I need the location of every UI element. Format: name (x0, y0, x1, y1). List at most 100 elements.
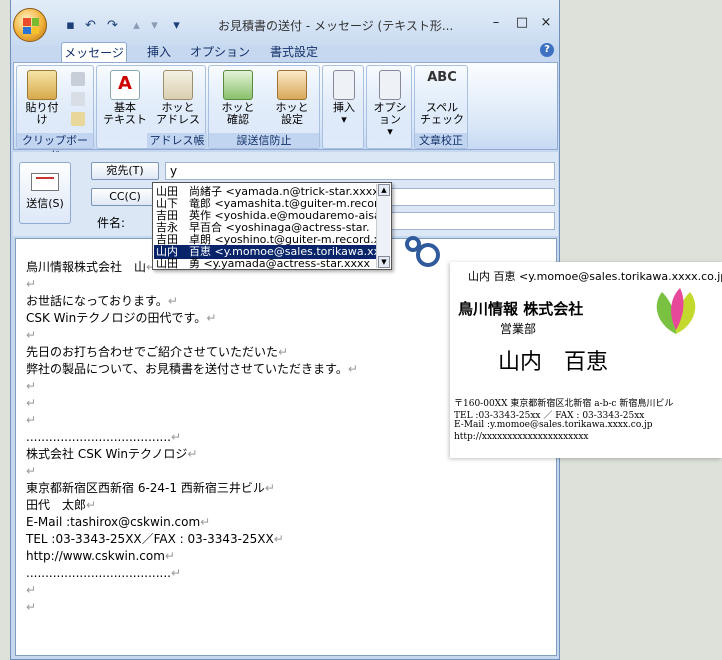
to-button[interactable]: 宛先(T) (91, 162, 159, 180)
company-logo-icon (656, 288, 696, 334)
body-line: ↵ (26, 276, 36, 292)
body-line: ↵ (26, 599, 36, 615)
cc-button[interactable]: CC(C) (91, 188, 159, 206)
group-label-misdelivery: 誤送信防止 (209, 133, 319, 148)
body-line: 株式会社 CSK Winテクノロジ↵ (26, 446, 197, 462)
undo-icon[interactable]: ↶ (83, 18, 98, 33)
office-button[interactable] (13, 8, 47, 42)
spell-check-button[interactable]: ABC スペル チェック (419, 70, 465, 126)
autocomplete-scrollbar[interactable]: ▲ ▼ (376, 184, 390, 268)
address-book-icon (163, 70, 193, 100)
clipboard-icon (27, 70, 57, 100)
attach-icon (333, 70, 355, 100)
paste-button[interactable]: 貼り付け (21, 70, 63, 126)
settings-icon (277, 70, 307, 100)
hot-settings-button[interactable]: ホッと 設定 (269, 70, 315, 126)
paragraph-mark-icon: ↵ (26, 396, 37, 410)
basic-text-label-2: テキスト (103, 113, 147, 126)
autocomplete-dropdown[interactable]: 山田 尚緒子 <yamada.n@trick-star.xxxx 山下 竜郎 <y… (152, 182, 392, 270)
close-button[interactable]: × (537, 15, 555, 31)
body-line-text: お世話になっております。 (26, 294, 168, 308)
maximize-button[interactable]: □ (513, 15, 531, 31)
body-line-text: 先日のお打ち合わせでご紹介させていただいた (26, 345, 279, 359)
paragraph-mark-icon: ↵ (26, 464, 37, 478)
copy-icon[interactable] (71, 92, 85, 106)
hot-address-label-2: アドレス (156, 113, 200, 126)
options-label: オプション (373, 101, 407, 126)
next-item-icon[interactable]: ▾ (147, 18, 162, 33)
redo-icon[interactable]: ↷ (105, 18, 120, 33)
scroll-up-icon[interactable]: ▲ (378, 184, 390, 196)
paragraph-mark-icon: ↵ (167, 294, 178, 308)
body-line-text: ...................................... (26, 566, 171, 580)
body-line: ↵ (26, 412, 36, 428)
body-line: ↵ (26, 378, 36, 394)
group-proofing: ABC スペル チェック 文章校正 (414, 65, 468, 149)
body-line-text: 株式会社 CSK Winテクノロジ (26, 447, 188, 461)
help-icon[interactable]: ? (540, 43, 554, 57)
previous-item-icon[interactable]: ▴ (129, 18, 144, 33)
send-button[interactable]: 送信(S) (19, 162, 71, 224)
body-line-text: TEL :03-3343-25XX／FAX : 03-3343-25XX (26, 532, 274, 546)
card-url: http://xxxxxxxxxxxxxxxxxxxxx (454, 432, 589, 442)
confirm-icon (223, 70, 253, 100)
paste-label: 貼り付け (25, 101, 59, 126)
format-painter-icon[interactable] (71, 112, 85, 126)
tab-message[interactable]: メッセージ (61, 42, 127, 62)
paragraph-mark-icon: ↵ (26, 600, 37, 614)
body-line: ......................................↵ (26, 429, 181, 445)
card-company: 鳥川情報 株式会社 (458, 300, 584, 318)
paragraph-mark-icon: ↵ (273, 532, 284, 546)
scroll-down-icon[interactable]: ▼ (378, 256, 390, 268)
hot-confirm-button[interactable]: ホッと 確認 (215, 70, 261, 126)
insert-button[interactable]: 挿入 ▾ (327, 70, 361, 126)
minimize-button[interactable]: – (487, 15, 505, 31)
font-color-icon: A (110, 70, 140, 100)
basic-text-button[interactable]: A 基本 テキスト (103, 70, 147, 126)
card-name: 山内 百恵 (498, 350, 609, 375)
cut-icon[interactable] (71, 72, 85, 86)
card-department: 営業部 (500, 322, 537, 336)
body-line-text: ...................................... (26, 430, 171, 444)
save-icon[interactable]: ▪ (63, 18, 78, 33)
body-line-text: CSK Winテクノロジの田代です。 (26, 311, 207, 325)
group-misdelivery: ホッと 確認 ホッと 設定 誤送信防止 (208, 65, 320, 149)
body-line: CSK Winテクノロジの田代です。↵ (26, 310, 216, 326)
autocomplete-item[interactable]: 山田 勇 <y.yamada@actress-star.xxxx (154, 257, 376, 271)
paragraph-mark-icon: ↵ (278, 345, 289, 359)
tab-options[interactable]: オプション (189, 42, 251, 62)
paragraph-mark-icon: ↵ (200, 515, 211, 529)
paragraph-mark-icon: ↵ (206, 311, 217, 325)
body-line: 弊社の製品について、お見積書を送付させていただきます。↵ (26, 361, 358, 377)
paragraph-mark-icon: ↵ (26, 328, 37, 342)
paragraph-mark-icon: ↵ (26, 583, 37, 597)
group-options: オプション ▾ (366, 65, 412, 149)
insert-dropdown-icon: ▾ (341, 113, 347, 126)
to-input[interactable]: y (165, 162, 555, 180)
paragraph-mark-icon: ↵ (26, 277, 37, 291)
customize-toolbar-icon[interactable]: ▾ (169, 18, 184, 33)
paragraph-mark-icon: ↵ (26, 413, 37, 427)
tab-format[interactable]: 書式設定 (263, 42, 325, 62)
send-envelope-icon (31, 173, 59, 191)
tab-insert[interactable]: 挿入 (137, 42, 181, 62)
body-line-text: E-Mail :tashirox@cskwin.com (26, 515, 201, 529)
body-line: ↵ (26, 395, 36, 411)
body-line: ↵ (26, 582, 36, 598)
group-text-address: A 基本 テキスト ホッと アドレス アドレス帳 (96, 65, 207, 149)
group-label-clipboard: クリップボード (17, 133, 93, 162)
title-bar: ▪ ↶ ↷ ▴ ▾ ▾ お見積書の送付 - メッセージ (テキスト形... – … (11, 0, 559, 46)
body-line: E-Mail :tashirox@cskwin.com↵ (26, 514, 210, 530)
body-line: 田代 太郎↵ (26, 497, 96, 513)
body-line-text: 田代 太郎 (26, 498, 87, 512)
ribbon: 貼り付け クリップボード A 基本 テキスト ホッと アドレス アドレス帳 ホ (13, 62, 558, 162)
options-button[interactable]: オプション ▾ (369, 70, 411, 138)
group-clipboard: 貼り付け クリップボード (16, 65, 94, 162)
hot-address-button[interactable]: ホッと アドレス (155, 70, 201, 126)
subject-label: 件名: (97, 216, 126, 230)
body-line: http://www.cskwin.com↵ (26, 548, 175, 564)
paragraph-mark-icon: ↵ (86, 498, 97, 512)
body-line-text: http://www.cskwin.com (26, 549, 165, 563)
flag-icon (379, 70, 401, 100)
body-line: ↵ (26, 463, 36, 479)
